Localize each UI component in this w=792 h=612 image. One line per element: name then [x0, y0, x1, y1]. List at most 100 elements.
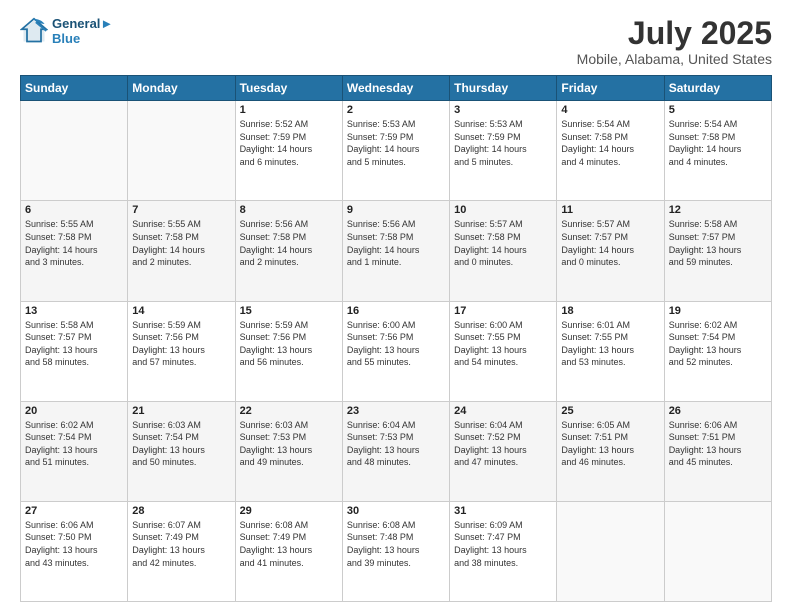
- calendar-week-4: 20Sunrise: 6:02 AM Sunset: 7:54 PM Dayli…: [21, 401, 772, 501]
- calendar-week-1: 1 Sunrise: 5:52 AM Sunset: 7:59 PM Daylig…: [21, 101, 772, 201]
- day-number: 13: [25, 305, 123, 317]
- header: General► Blue July 2025 Mobile, Alabama,…: [20, 16, 772, 67]
- calendar-week-3: 13 Sunrise: 5:58 AM Sunset: 7:57 PM Dayli…: [21, 301, 772, 401]
- calendar-cell: [557, 501, 664, 601]
- day-number: 23: [347, 405, 445, 417]
- day-info: Sunrise: 6:04 AM Sunset: 7:52 PM Dayligh…: [454, 419, 552, 469]
- header-row: Sunday Monday Tuesday Wednesday Thursday…: [21, 76, 772, 101]
- day-info: Sunrise: 6:07 AM Sunset: 7:49 PM Dayligh…: [132, 519, 230, 569]
- calendar-cell: 28Sunrise: 6:07 AM Sunset: 7:49 PM Dayli…: [128, 501, 235, 601]
- calendar-cell: 23Sunrise: 6:04 AM Sunset: 7:53 PM Dayli…: [342, 401, 449, 501]
- day-info: Sunrise: 5:58 AM Sunset: 7:57 PM Dayligh…: [669, 218, 767, 268]
- day-number: 19: [669, 305, 767, 317]
- calendar-cell: 17 Sunrise: 6:00 AM Sunset: 7:55 PM Dayli…: [450, 301, 557, 401]
- col-saturday: Saturday: [664, 76, 771, 101]
- day-info: Sunrise: 5:56 AM Sunset: 7:58 PM Dayligh…: [347, 218, 445, 268]
- calendar-cell: 24 Sunrise: 6:04 AM Sunset: 7:52 PM Dayli…: [450, 401, 557, 501]
- calendar-cell: 10 Sunrise: 5:57 AM Sunset: 7:58 PM Dayli…: [450, 201, 557, 301]
- col-thursday: Thursday: [450, 76, 557, 101]
- calendar-cell: 20Sunrise: 6:02 AM Sunset: 7:54 PM Dayli…: [21, 401, 128, 501]
- day-number: 17: [454, 305, 552, 317]
- day-info: Sunrise: 5:54 AM Sunset: 7:58 PM Dayligh…: [561, 118, 659, 168]
- day-info: Sunrise: 5:57 AM Sunset: 7:58 PM Dayligh…: [454, 218, 552, 268]
- day-info: Sunrise: 5:59 AM Sunset: 7:56 PM Dayligh…: [132, 319, 230, 369]
- calendar-cell: 19 Sunrise: 6:02 AM Sunset: 7:54 PM Dayli…: [664, 301, 771, 401]
- day-info: Sunrise: 6:08 AM Sunset: 7:48 PM Dayligh…: [347, 519, 445, 569]
- day-info: Sunrise: 5:59 AM Sunset: 7:56 PM Dayligh…: [240, 319, 338, 369]
- day-number: 3: [454, 104, 552, 116]
- logo-icon: [20, 17, 48, 45]
- calendar-cell: 7 Sunrise: 5:55 AM Sunset: 7:58 PM Daylig…: [128, 201, 235, 301]
- calendar-cell: 29Sunrise: 6:08 AM Sunset: 7:49 PM Dayli…: [235, 501, 342, 601]
- day-info: Sunrise: 6:03 AM Sunset: 7:54 PM Dayligh…: [132, 419, 230, 469]
- day-info: Sunrise: 5:54 AM Sunset: 7:58 PM Dayligh…: [669, 118, 767, 168]
- day-info: Sunrise: 6:03 AM Sunset: 7:53 PM Dayligh…: [240, 419, 338, 469]
- main-title: July 2025: [577, 16, 772, 51]
- day-number: 18: [561, 305, 659, 317]
- logo: General► Blue: [20, 16, 113, 46]
- day-number: 6: [25, 204, 123, 216]
- subtitle: Mobile, Alabama, United States: [577, 51, 772, 67]
- day-number: 7: [132, 204, 230, 216]
- day-number: 15: [240, 305, 338, 317]
- day-info: Sunrise: 5:57 AM Sunset: 7:57 PM Dayligh…: [561, 218, 659, 268]
- calendar-cell: 4 Sunrise: 5:54 AM Sunset: 7:58 PM Daylig…: [557, 101, 664, 201]
- calendar-week-2: 6 Sunrise: 5:55 AM Sunset: 7:58 PM Daylig…: [21, 201, 772, 301]
- day-info: Sunrise: 5:55 AM Sunset: 7:58 PM Dayligh…: [132, 218, 230, 268]
- calendar-cell: 16 Sunrise: 6:00 AM Sunset: 7:56 PM Dayli…: [342, 301, 449, 401]
- col-tuesday: Tuesday: [235, 76, 342, 101]
- calendar-cell: 30 Sunrise: 6:08 AM Sunset: 7:48 PM Dayli…: [342, 501, 449, 601]
- day-info: Sunrise: 6:02 AM Sunset: 7:54 PM Dayligh…: [669, 319, 767, 369]
- day-info: Sunrise: 6:06 AM Sunset: 7:50 PM Dayligh…: [25, 519, 123, 569]
- day-number: 2: [347, 104, 445, 116]
- title-block: July 2025 Mobile, Alabama, United States: [577, 16, 772, 67]
- calendar-cell: 31Sunrise: 6:09 AM Sunset: 7:47 PM Dayli…: [450, 501, 557, 601]
- day-info: Sunrise: 5:53 AM Sunset: 7:59 PM Dayligh…: [347, 118, 445, 168]
- day-info: Sunrise: 6:02 AM Sunset: 7:54 PM Dayligh…: [25, 419, 123, 469]
- day-info: Sunrise: 6:06 AM Sunset: 7:51 PM Dayligh…: [669, 419, 767, 469]
- day-number: 16: [347, 305, 445, 317]
- day-info: Sunrise: 6:09 AM Sunset: 7:47 PM Dayligh…: [454, 519, 552, 569]
- calendar-cell: [664, 501, 771, 601]
- page: General► Blue July 2025 Mobile, Alabama,…: [0, 0, 792, 612]
- calendar-cell: 22Sunrise: 6:03 AM Sunset: 7:53 PM Dayli…: [235, 401, 342, 501]
- col-sunday: Sunday: [21, 76, 128, 101]
- calendar-cell: 27 Sunrise: 6:06 AM Sunset: 7:50 PM Dayli…: [21, 501, 128, 601]
- calendar-cell: 9 Sunrise: 5:56 AM Sunset: 7:58 PM Daylig…: [342, 201, 449, 301]
- day-number: 1: [240, 104, 338, 116]
- col-wednesday: Wednesday: [342, 76, 449, 101]
- calendar-cell: 26 Sunrise: 6:06 AM Sunset: 7:51 PM Dayli…: [664, 401, 771, 501]
- day-info: Sunrise: 6:05 AM Sunset: 7:51 PM Dayligh…: [561, 419, 659, 469]
- day-info: Sunrise: 6:01 AM Sunset: 7:55 PM Dayligh…: [561, 319, 659, 369]
- day-number: 12: [669, 204, 767, 216]
- calendar-cell: [128, 101, 235, 201]
- day-number: 25: [561, 405, 659, 417]
- calendar-cell: 21Sunrise: 6:03 AM Sunset: 7:54 PM Dayli…: [128, 401, 235, 501]
- day-info: Sunrise: 5:58 AM Sunset: 7:57 PM Dayligh…: [25, 319, 123, 369]
- day-number: 30: [347, 505, 445, 517]
- calendar-cell: 14 Sunrise: 5:59 AM Sunset: 7:56 PM Dayli…: [128, 301, 235, 401]
- calendar-cell: 8Sunrise: 5:56 AM Sunset: 7:58 PM Daylig…: [235, 201, 342, 301]
- calendar-cell: 11 Sunrise: 5:57 AM Sunset: 7:57 PM Dayli…: [557, 201, 664, 301]
- calendar-cell: 12 Sunrise: 5:58 AM Sunset: 7:57 PM Dayli…: [664, 201, 771, 301]
- calendar-cell: 2 Sunrise: 5:53 AM Sunset: 7:59 PM Daylig…: [342, 101, 449, 201]
- calendar-cell: [21, 101, 128, 201]
- logo-text: General► Blue: [52, 16, 113, 46]
- day-number: 10: [454, 204, 552, 216]
- day-number: 11: [561, 204, 659, 216]
- day-number: 26: [669, 405, 767, 417]
- calendar-table: Sunday Monday Tuesday Wednesday Thursday…: [20, 75, 772, 602]
- day-info: Sunrise: 6:00 AM Sunset: 7:56 PM Dayligh…: [347, 319, 445, 369]
- col-monday: Monday: [128, 76, 235, 101]
- day-number: 9: [347, 204, 445, 216]
- day-number: 14: [132, 305, 230, 317]
- day-number: 29: [240, 505, 338, 517]
- calendar-cell: 15 Sunrise: 5:59 AM Sunset: 7:56 PM Dayli…: [235, 301, 342, 401]
- day-info: Sunrise: 5:52 AM Sunset: 7:59 PM Dayligh…: [240, 118, 338, 168]
- calendar-cell: 3Sunrise: 5:53 AM Sunset: 7:59 PM Daylig…: [450, 101, 557, 201]
- col-friday: Friday: [557, 76, 664, 101]
- day-number: 24: [454, 405, 552, 417]
- day-number: 27: [25, 505, 123, 517]
- day-info: Sunrise: 6:00 AM Sunset: 7:55 PM Dayligh…: [454, 319, 552, 369]
- day-number: 4: [561, 104, 659, 116]
